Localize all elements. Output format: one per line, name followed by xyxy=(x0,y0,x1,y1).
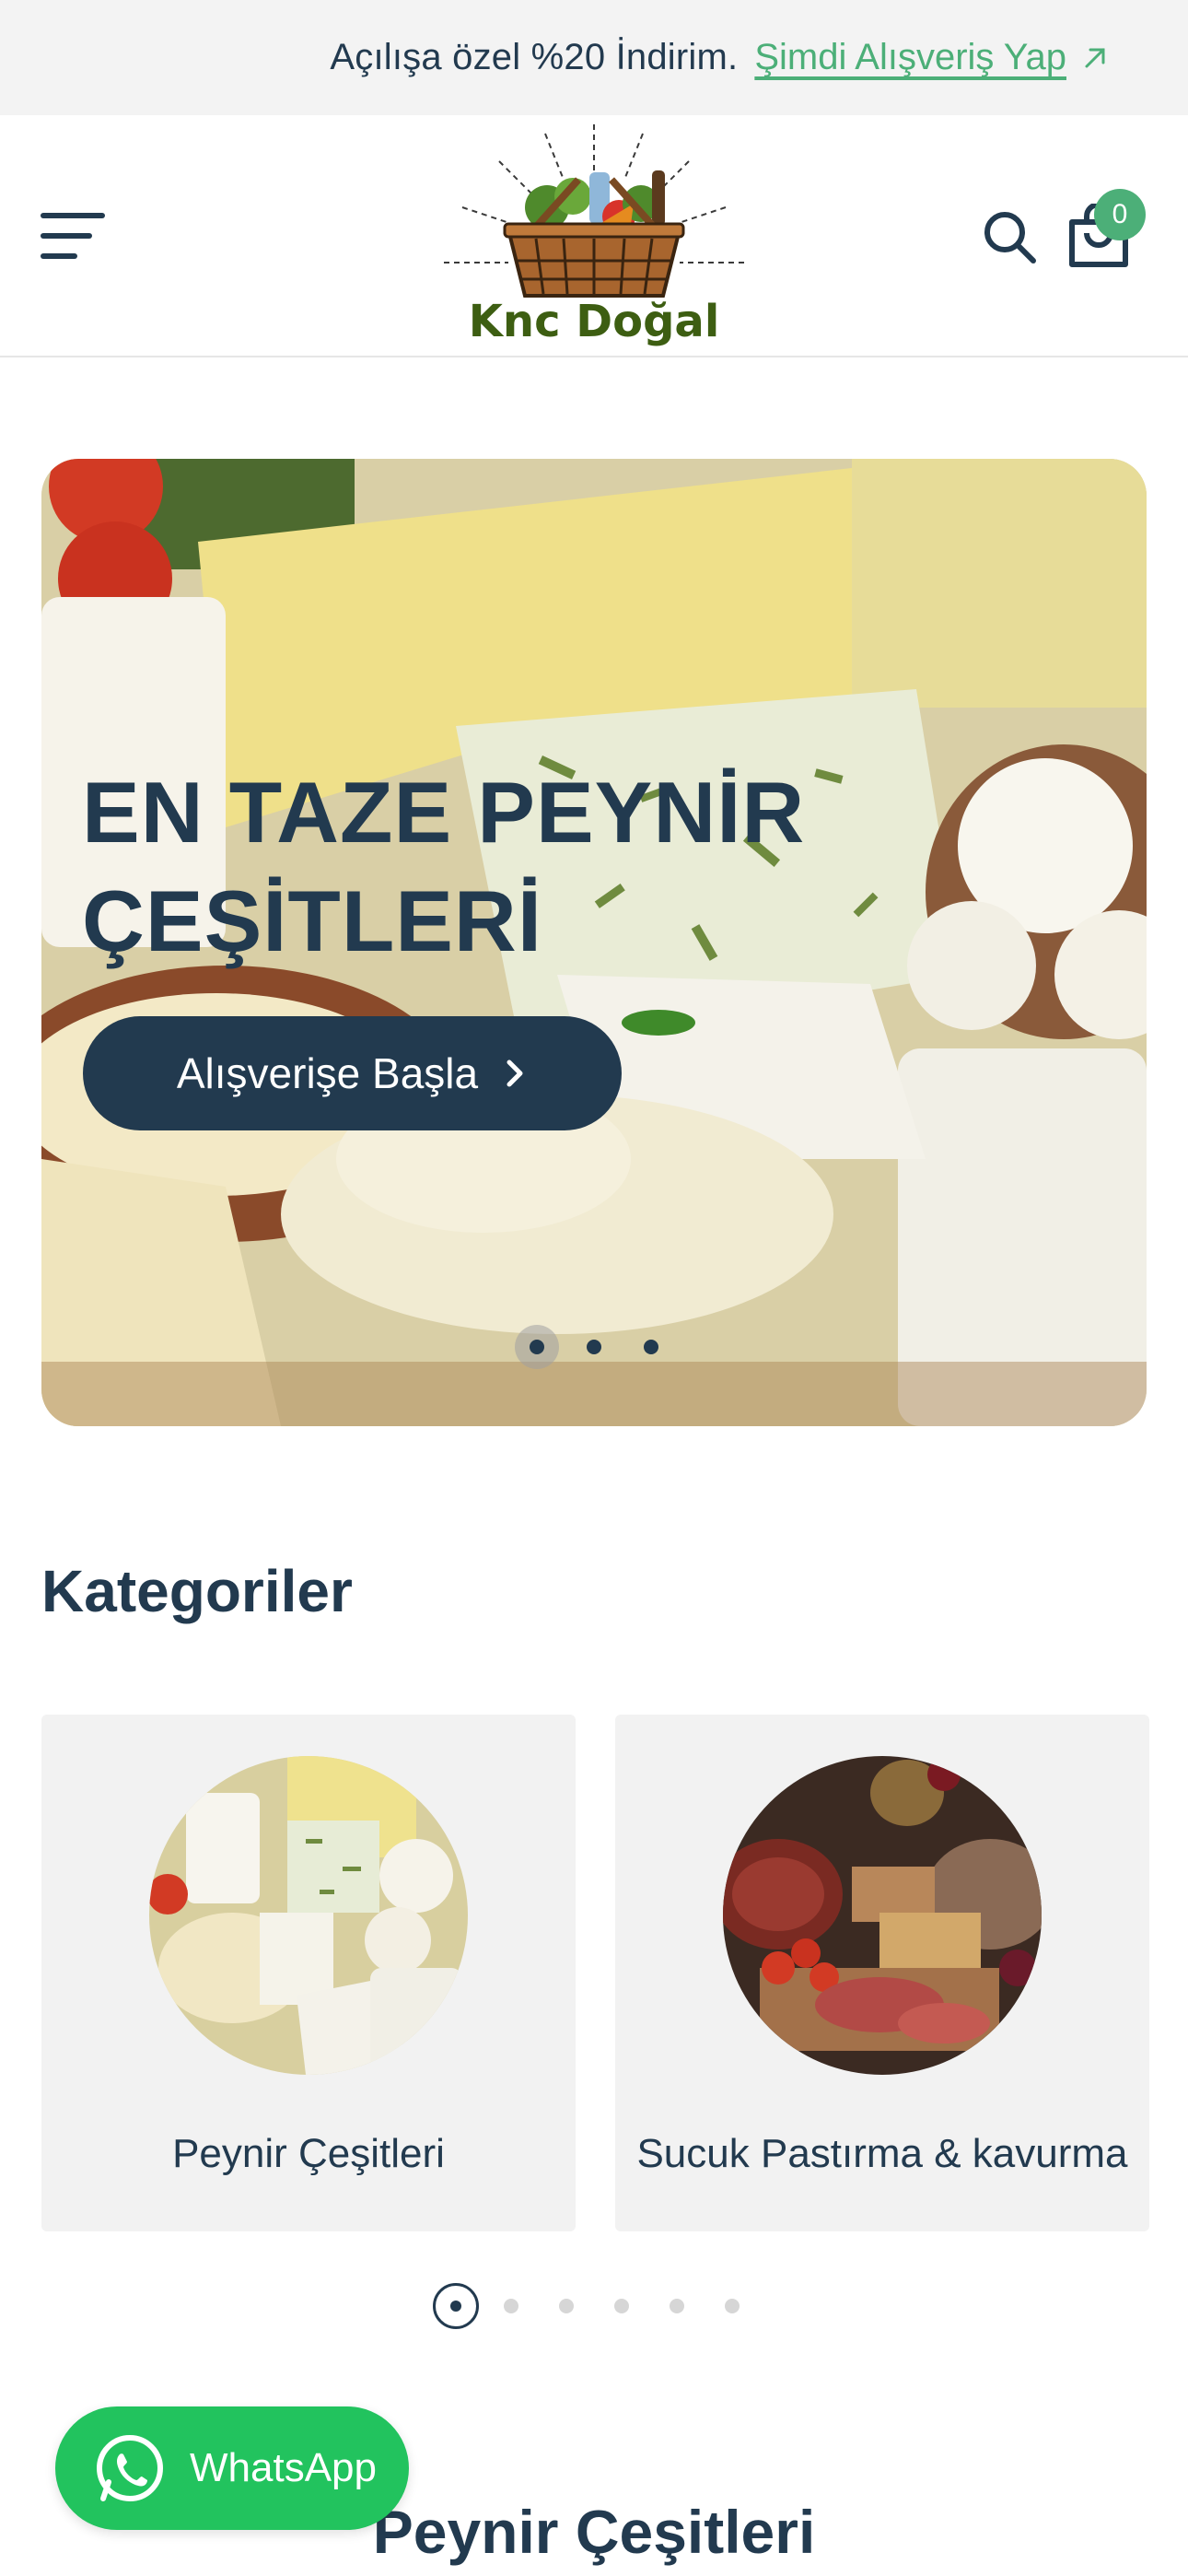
shop-now-link[interactable]: Şimdi Alışveriş Yap xyxy=(754,37,1109,78)
announcement-bar: Açılışa özel %20 İndirim. Şimdi Alışveri… xyxy=(0,0,1188,115)
logo-text: Knc Doğal xyxy=(468,296,720,347)
category-dot-2[interactable] xyxy=(483,2283,539,2329)
category-label: Peynir Çeşitleri xyxy=(172,2131,445,2176)
category-dot-1[interactable] xyxy=(428,2283,483,2329)
category-card-sucuk[interactable]: Sucuk Pastırma & kavurma xyxy=(615,1715,1149,2231)
sucuk-category-image xyxy=(723,1756,1042,2075)
cheese-category-image xyxy=(149,1756,468,2075)
whatsapp-icon xyxy=(92,2430,168,2506)
hero-dot-3[interactable] xyxy=(629,1325,673,1369)
announcement-text: Açılışa özel %20 İndirim. xyxy=(330,37,739,77)
search-icon xyxy=(984,212,1036,263)
hero-dot-1[interactable] xyxy=(515,1325,559,1369)
category-dot-5[interactable] xyxy=(649,2283,705,2329)
hero-slider[interactable]: EN TAZE PEYNİR ÇEŞİTLERİ Alışverişe Başl… xyxy=(41,459,1147,1426)
category-pagination-dots xyxy=(0,2283,1188,2329)
shop-now-link-label: Şimdi Alışveriş Yap xyxy=(754,37,1066,77)
chevron-right-icon xyxy=(502,1057,528,1090)
start-shopping-button[interactable]: Alışverişe Başla xyxy=(83,1016,622,1130)
site-logo[interactable]: Knc Doğal xyxy=(435,115,753,357)
search-button[interactable] xyxy=(980,207,1039,266)
cart-count-badge: 0 xyxy=(1094,189,1146,240)
arrow-up-right-icon xyxy=(1081,44,1109,72)
hero-title: EN TAZE PEYNİR ÇEŞİTLERİ xyxy=(82,764,806,969)
categories-title: Kategoriler xyxy=(41,1558,353,1624)
category-dot-3[interactable] xyxy=(539,2283,594,2329)
whatsapp-button[interactable]: WhatsApp xyxy=(55,2406,409,2530)
hero-dot-2[interactable] xyxy=(572,1325,616,1369)
whatsapp-label: WhatsApp xyxy=(190,2445,377,2490)
site-header: Knc Doğal 0 xyxy=(0,115,1188,357)
category-dot-6[interactable] xyxy=(705,2283,760,2329)
start-shopping-label: Alışverişe Başla xyxy=(176,1049,479,1097)
category-label: Sucuk Pastırma & kavurma xyxy=(636,2131,1128,2176)
category-dot-4[interactable] xyxy=(594,2283,649,2329)
category-card-cheese[interactable]: Peynir Çeşitleri xyxy=(41,1715,576,2231)
menu-button[interactable] xyxy=(41,207,107,263)
hero-slide-dots xyxy=(41,1325,1147,1369)
